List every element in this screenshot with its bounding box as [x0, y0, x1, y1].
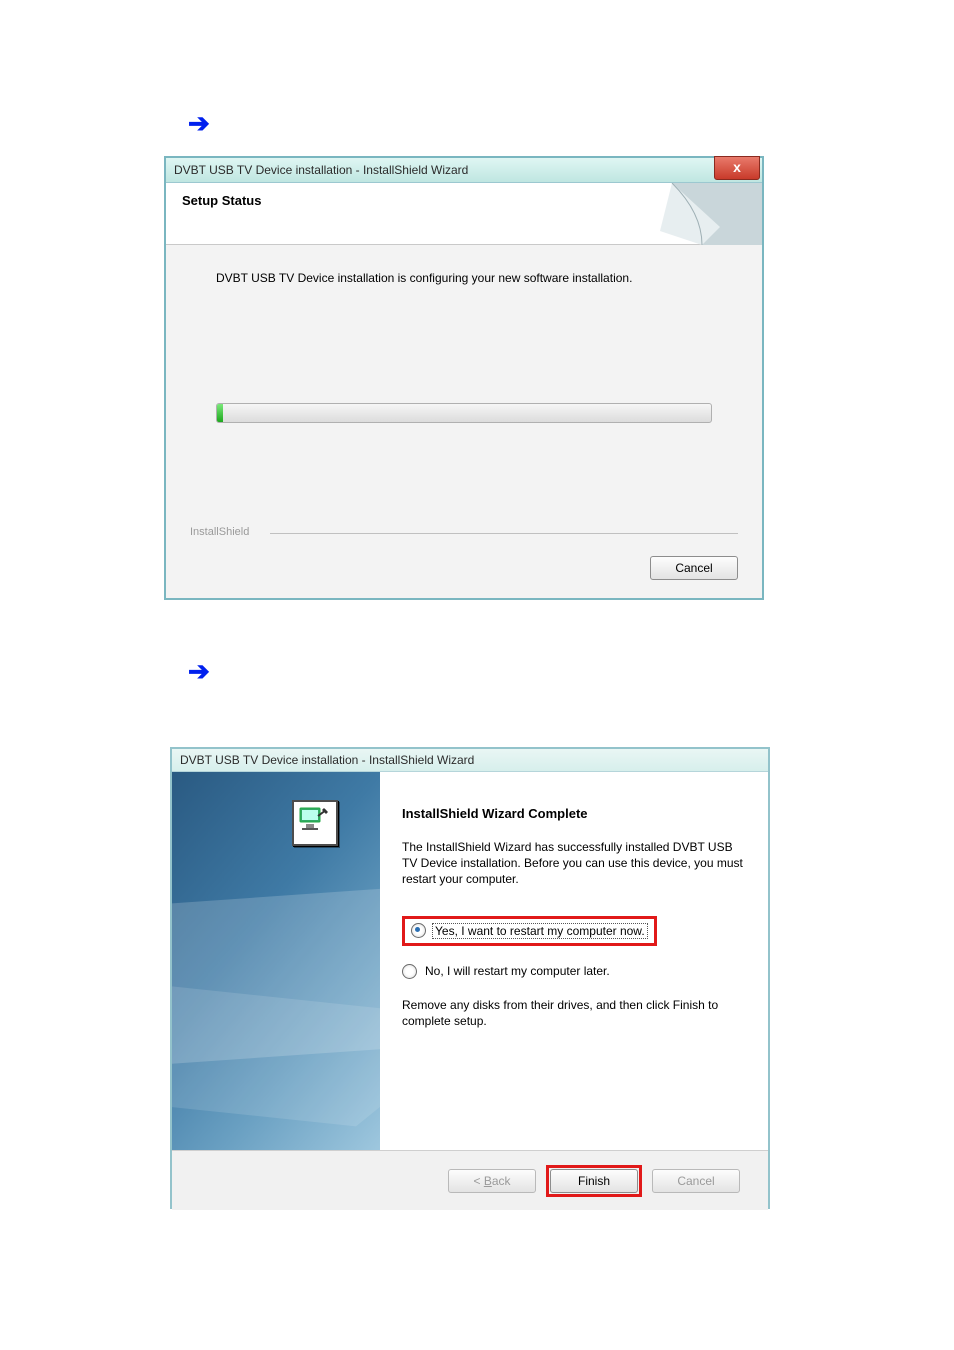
wizard-complete-heading: InstallShield Wizard Complete [402, 806, 746, 821]
dialog-titlebar[interactable]: DVBT USB TV Device installation - Instal… [166, 158, 762, 183]
status-message: DVBT USB TV Device installation is confi… [216, 271, 712, 285]
progress-fill [217, 404, 223, 422]
restart-now-option[interactable]: Yes, I want to restart my computer now. [402, 916, 657, 946]
page-curl-decoration [642, 183, 762, 245]
dialog-header: Setup Status [166, 183, 762, 245]
side-banner [172, 772, 380, 1150]
back-button: < Back [448, 1169, 536, 1193]
finish-button[interactable]: Finish [550, 1169, 638, 1193]
arrow-icon: ➔ [188, 108, 210, 139]
arrow-icon: ➔ [188, 656, 210, 687]
restart-now-label: Yes, I want to restart my computer now. [432, 923, 648, 939]
restart-later-label: No, I will restart my computer later. [423, 964, 612, 978]
divider [270, 533, 738, 534]
dialog-titlebar[interactable]: DVBT USB TV Device installation - Instal… [172, 749, 768, 772]
cancel-button: Cancel [652, 1169, 740, 1193]
progress-bar [216, 403, 712, 423]
dialog-title-text: DVBT USB TV Device installation - Instal… [174, 163, 468, 177]
wizard-complete-paragraph: The InstallShield Wizard has successfull… [402, 839, 746, 888]
close-button[interactable]: x [714, 156, 760, 180]
wizard-complete-dialog: DVBT USB TV Device installation - Instal… [170, 747, 770, 1209]
dialog-footer: InstallShield Cancel [166, 526, 762, 598]
cancel-button[interactable]: Cancel [650, 556, 738, 580]
setup-status-dialog: DVBT USB TV Device installation - Instal… [164, 156, 764, 600]
computer-icon [292, 800, 338, 846]
restart-later-option[interactable]: No, I will restart my computer later. [402, 964, 746, 979]
radio-checked-icon [411, 923, 426, 938]
radio-unchecked-icon [402, 964, 417, 979]
dialog-body: DVBT USB TV Device installation is confi… [166, 245, 762, 525]
installshield-brand-label: InstallShield [190, 526, 738, 538]
dialog-title-text: DVBT USB TV Device installation - Instal… [180, 753, 474, 767]
finish-button-highlight: Finish [546, 1165, 642, 1197]
remove-disks-note: Remove any disks from their drives, and … [402, 997, 746, 1029]
button-row: < Back Finish Cancel [172, 1150, 768, 1210]
dialog-content: InstallShield Wizard Complete The Instal… [380, 772, 768, 1150]
